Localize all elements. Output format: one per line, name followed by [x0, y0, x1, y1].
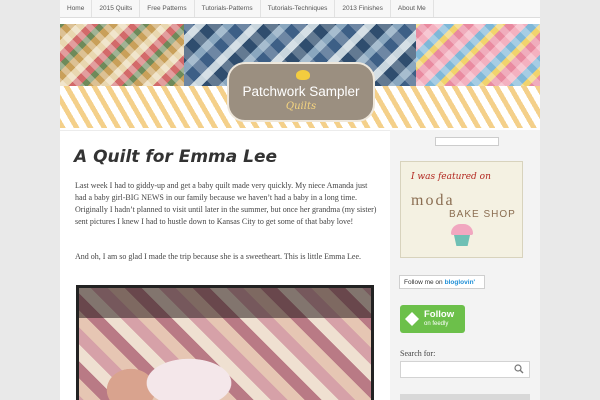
header-quilt-image-right [416, 24, 540, 86]
bird-logo-icon [296, 70, 310, 80]
sidebar: I was featured on moda BAKE SHOP Follow … [390, 130, 540, 400]
follow-feedly-button[interactable]: Follow on feedly [400, 305, 465, 333]
post-title[interactable]: A Quilt for Emma Lee [74, 147, 277, 167]
top-navigation: Home 2015 Quilts Free Patterns Tutorials… [60, 0, 540, 18]
cupcake-icon [451, 224, 473, 246]
post-photo-baby-on-quilt[interactable] [76, 285, 374, 400]
nav-item-2013-finishes[interactable]: 2013 Finishes [335, 0, 391, 17]
feedly-icon [405, 312, 419, 326]
logo-subtitle: Quilts [285, 101, 317, 112]
post-content: A Quilt for Emma Lee Last week I had to … [60, 130, 390, 400]
nav-item-home[interactable]: Home [60, 0, 93, 17]
search-input[interactable] [400, 361, 530, 378]
nav-item-2015-quilts[interactable]: 2015 Quilts [92, 0, 141, 17]
bloglovin-prefix: Follow me on [404, 278, 443, 286]
nav-item-tutorials-techniques[interactable]: Tutorials-Techniques [261, 0, 336, 17]
sidebar-top-box[interactable] [435, 137, 499, 146]
search-label: Search for: [400, 349, 436, 358]
feedly-sub-label: on feedly [424, 321, 449, 327]
feedly-follow-label: Follow [424, 309, 455, 320]
site-container: Home 2015 Quilts Free Patterns Tutorials… [60, 0, 540, 400]
logo-title: Patchwork Sampler [242, 84, 360, 99]
nav-item-free-patterns[interactable]: Free Patterns [140, 0, 195, 17]
site-header-banner[interactable]: Patchwork Sampler Quilts [60, 24, 540, 128]
bloglovin-brand: bloglovin' [444, 278, 476, 286]
sidebar-next-widget [400, 394, 530, 400]
nav-item-about-me[interactable]: About Me [391, 0, 434, 17]
header-quilt-image-left [60, 24, 184, 86]
post-paragraph: And oh, I am so glad I made the trip bec… [75, 252, 361, 261]
featured-text: I was featured on [411, 172, 491, 182]
follow-bloglovin-button[interactable]: Follow me on bloglovin' [399, 275, 485, 289]
search-icon[interactable] [514, 364, 524, 374]
featured-on-moda-bake-shop-badge[interactable]: I was featured on moda BAKE SHOP [400, 161, 523, 258]
nav-item-tutorials-patterns[interactable]: Tutorials-Patterns [195, 0, 261, 17]
featured-bakeshop: BAKE SHOP [449, 209, 516, 220]
featured-moda: moda [411, 192, 455, 209]
site-logo[interactable]: Patchwork Sampler Quilts [227, 62, 375, 122]
post-paragraph: Last week I had to giddy-up and get a ba… [75, 181, 377, 226]
